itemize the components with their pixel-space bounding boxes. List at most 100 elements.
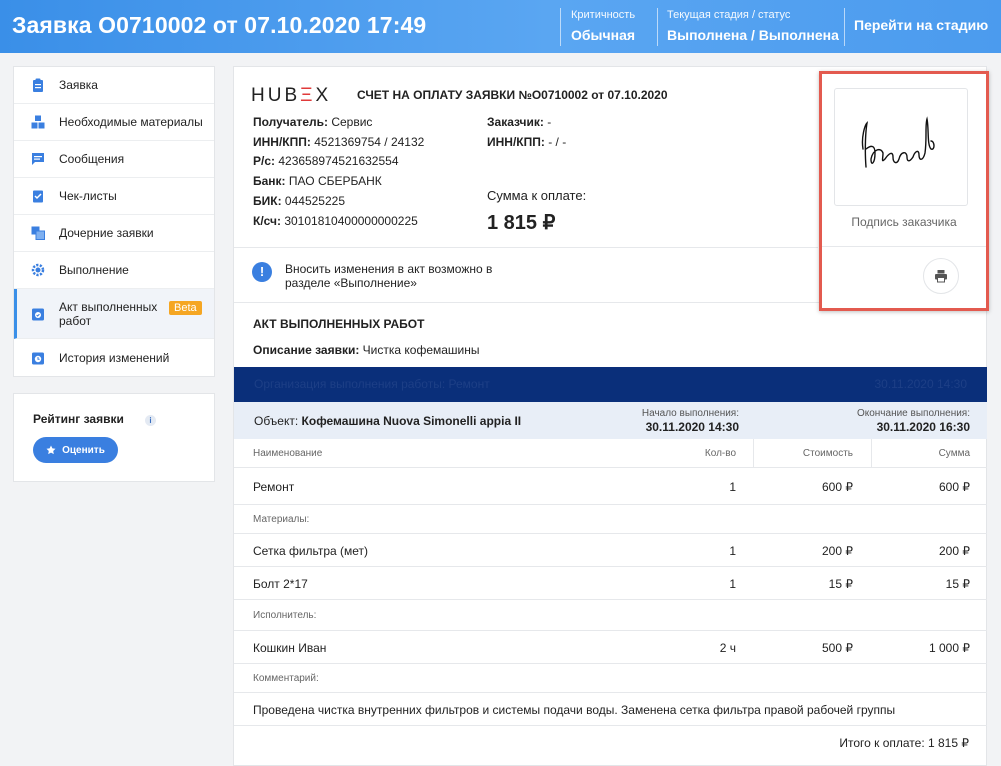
- cell-name: Кошкин Иван: [253, 641, 327, 655]
- header-divider: [844, 8, 845, 46]
- exclamation-icon: !: [252, 262, 272, 282]
- inn-line: ИНН/КПП: 4521369754 / 24132: [253, 135, 425, 149]
- sidebar-item-label: Акт выполненных работ: [59, 299, 158, 328]
- sidebar-item-label: Необходимые материалы: [59, 115, 203, 129]
- goto-stage-button[interactable]: Перейти на стадию: [854, 17, 988, 33]
- cell-name: Сетка фильтра (мет): [253, 544, 369, 558]
- work-organization-bar: Организация выполнения работы: Ремонт 30…: [234, 367, 987, 402]
- top-header: Заявка О0710002 от 07.10.2020 17:49 Крит…: [0, 0, 1001, 53]
- criticality-caption: Критичность: [571, 9, 636, 21]
- divider: [822, 246, 986, 247]
- sidebar-item-label: Выполнение: [59, 263, 129, 277]
- boxes-icon: [31, 115, 45, 129]
- signature-caption: Подпись заказчика: [851, 215, 957, 229]
- cell-qty: 1: [729, 544, 736, 558]
- comment-section: Комментарий:: [234, 664, 987, 693]
- col-divider: [753, 439, 754, 467]
- header-divider: [560, 8, 561, 46]
- ks-line: К/сч: 30101810400000000225: [253, 214, 418, 228]
- rating-panel: Рейтинг заявки i Оценить: [13, 393, 215, 482]
- criticality-value: Обычная: [571, 27, 636, 43]
- sidebar-item-execution[interactable]: Выполнение: [14, 252, 214, 289]
- stage-block: Текущая стадия / статус Выполнена / Выпо…: [667, 9, 839, 43]
- rate-button[interactable]: Оценить: [33, 437, 118, 463]
- sum-caption: Сумма к оплате:: [487, 188, 587, 203]
- object-row: Объект: Кофемашина Nuova Simonelli appia…: [234, 402, 987, 439]
- checklist-icon: [33, 190, 43, 203]
- cell-cost: 500 ₽: [822, 641, 853, 655]
- notice-text: Вносить изменения в акт возможно в разде…: [285, 262, 493, 290]
- divider: [234, 247, 818, 248]
- signature-image: [861, 116, 935, 168]
- sum-value: 1 815 ₽: [487, 212, 556, 234]
- signature-panel: Подпись заказчика: [819, 71, 989, 311]
- customer-line: Заказчик: -: [487, 115, 552, 129]
- sidebar-item-label: Дочерние заявки: [59, 226, 154, 240]
- table-row: Ремонт 1 600 ₽ 600 ₽: [234, 467, 987, 505]
- rating-title: Рейтинг заявки: [33, 412, 124, 426]
- col-sum: Сумма: [938, 448, 970, 459]
- cell-name: Ремонт: [253, 480, 295, 494]
- sidebar-item-history[interactable]: История изменений: [14, 339, 214, 376]
- history-icon: [32, 352, 44, 364]
- table-header: Наименование Кол-во Стоимость Сумма: [234, 439, 987, 467]
- beta-badge: Beta: [169, 301, 202, 315]
- chat-icon: [32, 153, 44, 165]
- copy-icon: [31, 226, 45, 240]
- end-caption: Окончание выполнения:: [856, 408, 970, 419]
- start-caption: Начало выполнения:: [641, 408, 739, 419]
- sidebar-item-label: Чек-листы: [59, 189, 117, 203]
- table-row: Кошкин Иван 2 ч 500 ₽ 1 000 ₽: [234, 631, 987, 664]
- cell-sum: 200 ₽: [939, 544, 970, 558]
- comment-text: Проведена чистка внутренних фильтров и с…: [253, 703, 896, 717]
- clipboard-icon: [33, 78, 43, 92]
- cell-qty: 2 ч: [719, 641, 736, 655]
- info-icon[interactable]: i: [145, 415, 156, 426]
- comment-row: Проведена чистка внутренних фильтров и с…: [234, 693, 987, 726]
- col-cost: Стоимость: [802, 448, 853, 459]
- stage-caption: Текущая стадия / статус: [667, 9, 791, 21]
- act-icon: [32, 308, 44, 320]
- end-value: 30.11.2020 16:30: [876, 420, 970, 434]
- sidebar-item-messages[interactable]: Сообщения: [14, 141, 214, 178]
- cell-qty: 1: [729, 577, 736, 591]
- cell-cost: 200 ₽: [822, 544, 853, 558]
- end-block: Окончание выполнения: 30.11.2020 16:30: [857, 408, 970, 434]
- comment-label: Комментарий:: [253, 673, 319, 684]
- sidebar: Заявка Необходимые материалы Сообщения Ч…: [13, 66, 215, 377]
- page-title: Заявка О0710002 от 07.10.2020 17:49: [12, 12, 427, 38]
- start-block: Начало выполнения: 30.11.2020 14:30: [642, 408, 739, 434]
- act-description: Описание заявки: Чистка кофемашины: [253, 343, 480, 357]
- materials-section: Материалы:: [234, 505, 987, 534]
- account-line: Р/с: 42365897452163255­4: [253, 154, 399, 168]
- executor-section: Исполнитель:: [234, 600, 987, 631]
- header-divider: [657, 8, 658, 46]
- invoice-title: СЧЕТ НА ОПЛАТУ ЗАЯВКИ №О0710002 от 07.10…: [357, 88, 668, 102]
- bank-line: Банк: ПАО СБЕРБАНК: [253, 174, 382, 188]
- rate-button-label: Оценить: [62, 444, 105, 456]
- print-button[interactable]: [923, 258, 959, 294]
- total-label: Итого к оплате: 1 815 ₽: [839, 736, 969, 750]
- stage-value: Выполнена / Выполнена: [667, 27, 839, 43]
- sidebar-item-label: История изменений: [59, 350, 170, 365]
- printer-icon: [935, 270, 947, 283]
- cell-sum: 15 ₽: [945, 577, 970, 591]
- hubex-logo: HUBΞX: [251, 85, 332, 106]
- cell-cost: 600 ₽: [822, 480, 853, 494]
- object-line: Объект: Кофемашина Nuova Simonelli appia…: [254, 414, 522, 428]
- materials-label: Материалы:: [253, 514, 310, 525]
- cell-sum: 1 000 ₽: [929, 641, 970, 655]
- sidebar-item-materials[interactable]: Необходимые материалы: [14, 104, 214, 141]
- sidebar-item-label: Сообщения: [59, 152, 125, 166]
- star-icon: [46, 445, 56, 455]
- act-title: АКТ ВЫПОЛНЕННЫХ РАБОТ: [253, 317, 425, 331]
- sidebar-item-checklists[interactable]: Чек-листы: [14, 178, 214, 215]
- sidebar-item-child-requests[interactable]: Дочерние заявки: [14, 215, 214, 252]
- sidebar-item-request[interactable]: Заявка: [14, 67, 214, 104]
- cell-qty: 1: [729, 480, 736, 494]
- sidebar-item-act[interactable]: Акт выполненных работ Beta: [14, 289, 214, 339]
- col-divider: [871, 439, 872, 467]
- signature-box[interactable]: [834, 88, 968, 206]
- cell-name: Болт 2*17: [253, 577, 308, 591]
- bik-line: БИК: 044525225: [253, 194, 345, 208]
